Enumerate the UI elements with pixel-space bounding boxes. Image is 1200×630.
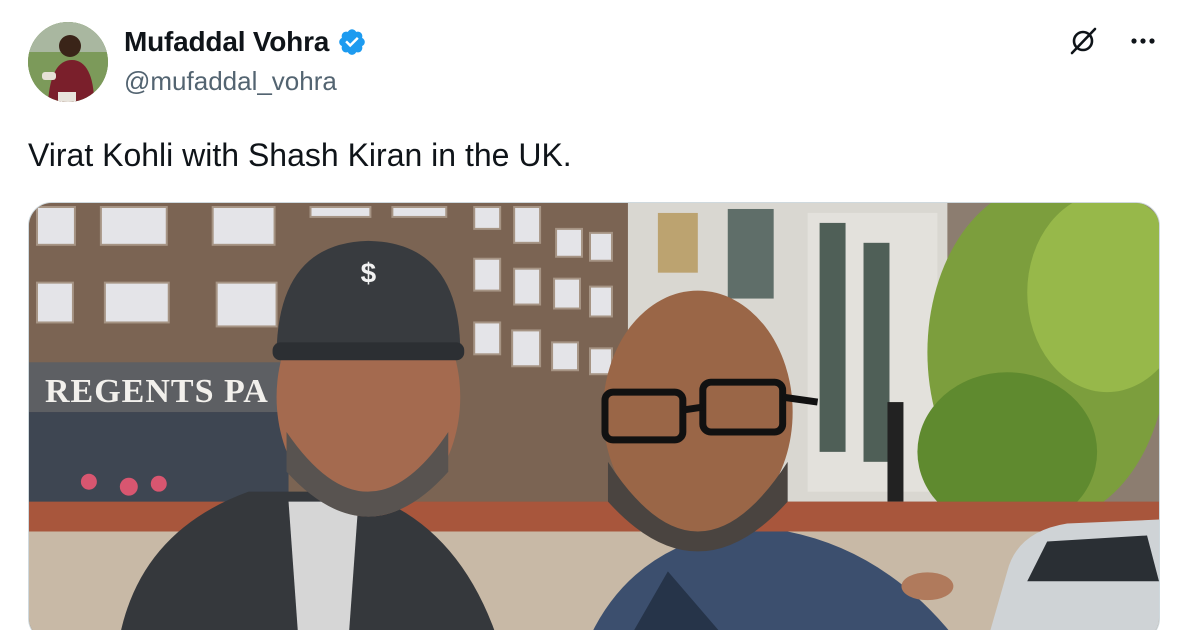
- tweet-text: Virat Kohli with Shash Kiran in the UK.: [28, 137, 572, 173]
- author-display-name[interactable]: Mufaddal Vohra: [124, 26, 329, 58]
- tweet-media-photo[interactable]: $ REGENTS PA: [28, 202, 1160, 630]
- author-name-row: Mufaddal Vohra: [124, 26, 367, 58]
- svg-text:$: $: [361, 258, 377, 289]
- tweet-top-actions: [1066, 24, 1160, 58]
- avatar-image: [28, 22, 108, 102]
- grok-icon[interactable]: [1066, 24, 1100, 58]
- photo-scene: $: [29, 203, 1159, 630]
- verified-badge-icon: [339, 29, 365, 55]
- author-avatar[interactable]: [28, 22, 108, 102]
- more-horizontal-icon[interactable]: [1126, 24, 1160, 58]
- author-handle[interactable]: @mufaddal_vohra: [124, 66, 337, 97]
- photo-sign-text: REGENTS PA: [45, 373, 269, 410]
